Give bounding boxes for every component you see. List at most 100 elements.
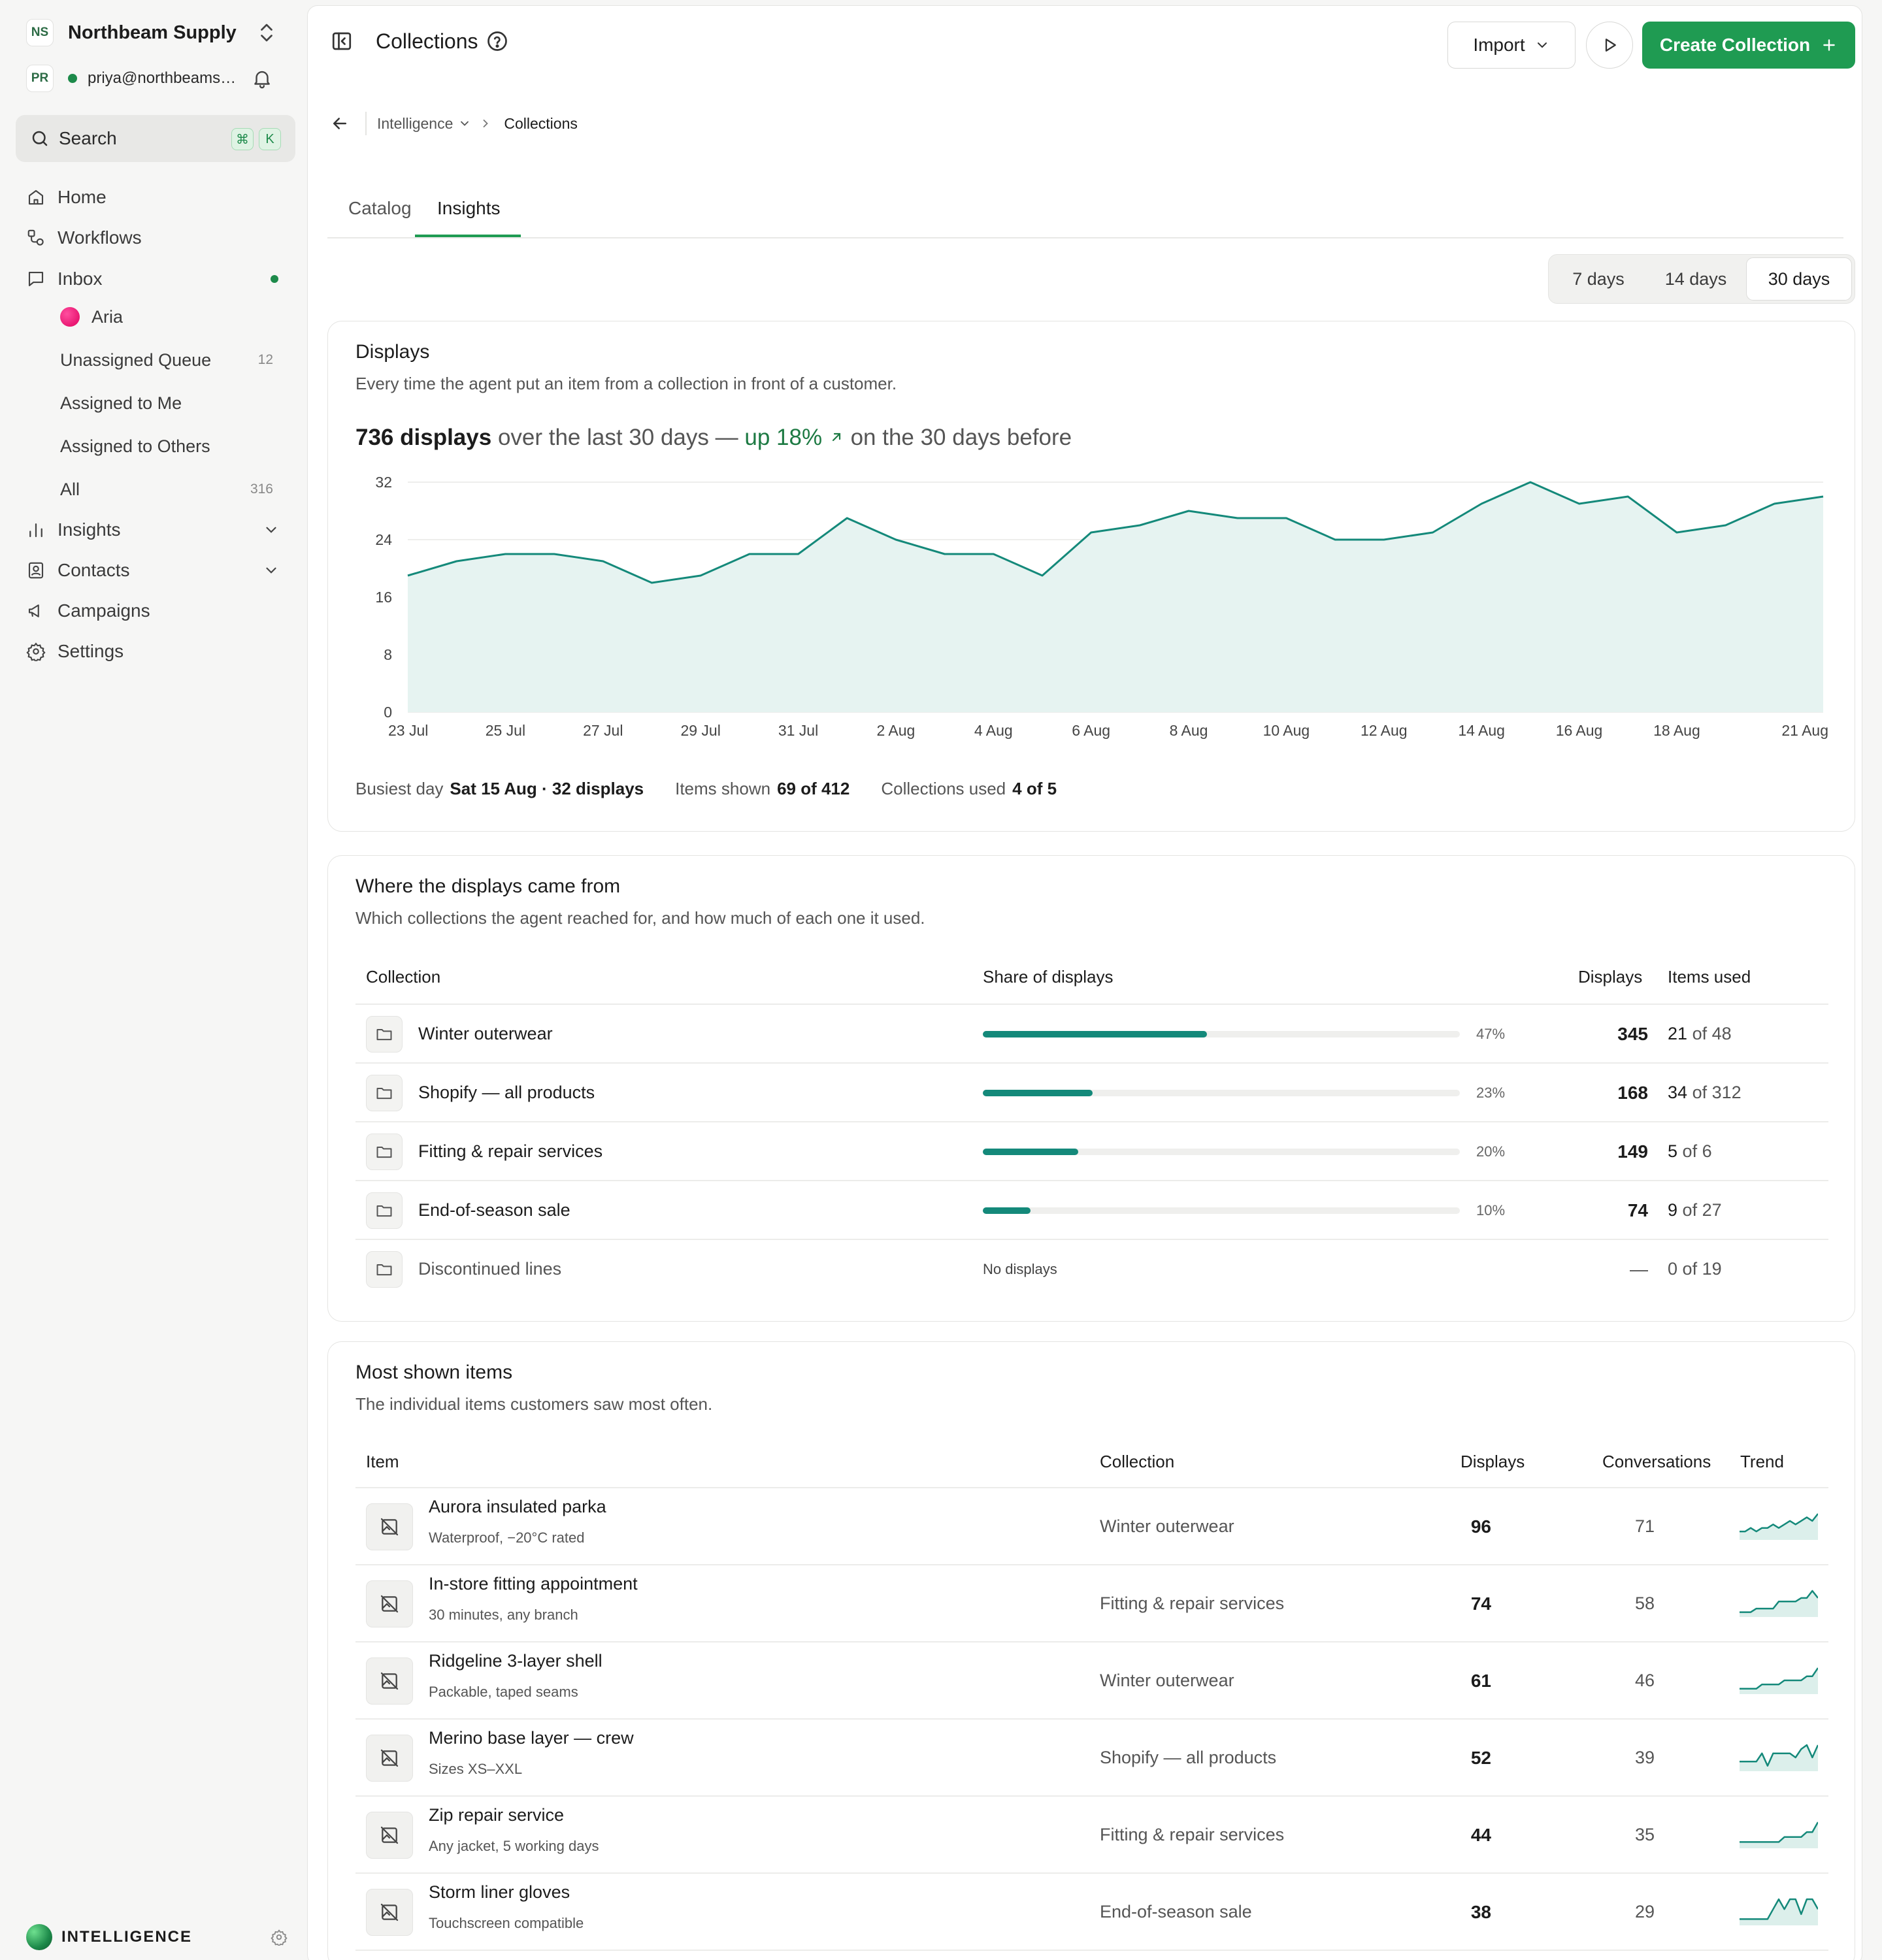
arrow-left-icon[interactable]	[330, 114, 350, 133]
share-bar	[983, 1090, 1460, 1096]
sources-card: Where the displays came from Which colle…	[327, 855, 1855, 1322]
collection-name: Fitting & repair services	[418, 1141, 603, 1161]
divider	[355, 1950, 1828, 1951]
play-button[interactable]	[1586, 22, 1633, 69]
item-name: Ridgeline 3-layer shell	[429, 1651, 603, 1671]
date-range-selector: 7 days 14 days 30 days	[1548, 254, 1855, 304]
range-7-days[interactable]: 7 days	[1551, 257, 1645, 301]
sidebar-item-inbox[interactable]: Inbox	[25, 263, 294, 295]
chevron-down-icon[interactable]	[263, 521, 280, 538]
create-collection-button[interactable]: Create Collection	[1642, 22, 1855, 69]
bell-icon[interactable]	[251, 67, 273, 90]
sidebar-item-assigned-to-others[interactable]: Assigned to Others	[60, 430, 295, 463]
sidebar-item-campaigns[interactable]: Campaigns	[25, 595, 294, 627]
col-header-trend: Trend	[1740, 1452, 1784, 1471]
image-off-icon	[366, 1812, 413, 1859]
brand-logo	[26, 1924, 52, 1950]
items-used-count: 34	[1668, 1083, 1688, 1102]
range-14-days[interactable]: 14 days	[1645, 257, 1746, 301]
chevrons-updown-icon[interactable]	[255, 21, 278, 44]
col-header-items-used: Items used	[1668, 967, 1751, 987]
active-tab-indicator	[415, 235, 521, 237]
count-badge: 12	[257, 352, 273, 367]
item-description: 30 minutes, any branch	[429, 1607, 578, 1623]
image-off-icon	[366, 1735, 413, 1782]
stat-items-shown: Items shown 69 of 412	[675, 779, 850, 799]
panel-toggle-icon[interactable]	[330, 29, 354, 53]
headline-mid: over the last 30 days —	[497, 425, 738, 450]
chevron-down-icon[interactable]	[458, 117, 471, 130]
image-off-icon	[366, 1658, 413, 1705]
gear-icon[interactable]	[271, 1929, 288, 1946]
collection-name: Winter outerwear	[418, 1024, 553, 1043]
y-tick-label: 8	[384, 646, 392, 663]
change-badge: up 18%	[744, 425, 844, 450]
sidebar-item-home[interactable]: Home	[25, 181, 294, 214]
displays-count: 61	[1470, 1671, 1491, 1691]
help-icon[interactable]	[486, 29, 509, 53]
sidebar-item-settings[interactable]: Settings	[25, 635, 294, 668]
divider	[355, 1239, 1828, 1240]
divider	[355, 1487, 1828, 1488]
sidebar-item-contacts[interactable]: Contacts	[25, 554, 294, 587]
items-used-total: of 48	[1692, 1024, 1732, 1043]
item-collection: Winter outerwear	[1100, 1671, 1234, 1690]
tab-bar: Catalog Insights	[327, 182, 1843, 238]
chevron-down-icon[interactable]	[263, 562, 280, 579]
sidebar-item-aria[interactable]: Aria	[60, 301, 295, 333]
sidebar-item-unassigned-queue[interactable]: Unassigned Queue 12	[60, 344, 295, 376]
share-percent: 23%	[1476, 1085, 1506, 1101]
item-description: Sizes XS–XXL	[429, 1761, 523, 1777]
displays-count: 74	[1470, 1593, 1491, 1614]
sidebar-item-workflows[interactable]: Workflows	[25, 221, 294, 254]
sidebar-item-label: Assigned to Others	[60, 436, 210, 456]
plus-icon	[1823, 39, 1835, 51]
search-button[interactable]: Search ⌘ K	[16, 115, 295, 162]
item-description: Any jacket, 5 working days	[429, 1838, 599, 1854]
items-used: 21 of 48	[1668, 1024, 1732, 1044]
breadcrumb-parent[interactable]: Intelligence	[377, 115, 453, 133]
item-collection: Winter outerwear	[1100, 1516, 1234, 1536]
col-header-conversations: Conversations	[1602, 1452, 1711, 1471]
col-header-collection: Collection	[366, 967, 441, 987]
workflow-icon	[25, 227, 47, 249]
unread-dot	[271, 275, 278, 283]
import-button[interactable]: Import	[1447, 22, 1576, 69]
divider	[355, 1564, 1828, 1565]
divider	[355, 1004, 1828, 1005]
folder-icon	[366, 1251, 403, 1288]
item-name: Merino base layer — crew	[429, 1728, 634, 1748]
y-tick-label: 32	[375, 474, 392, 491]
sidebar-item-assigned-to-me[interactable]: Assigned to Me	[60, 387, 295, 419]
item-description: Touchscreen compatible	[429, 1915, 584, 1931]
workspace-switcher[interactable]: NS Northbeam Supply	[26, 17, 288, 48]
gear-icon	[25, 640, 47, 662]
card-title: Displays	[355, 341, 430, 363]
trend-sparkline	[1740, 1744, 1818, 1771]
y-tick-label: 16	[375, 589, 392, 606]
sidebar-item-all[interactable]: All 316	[60, 473, 295, 506]
conversations-count: 71	[1634, 1516, 1655, 1536]
image-off-icon	[366, 1503, 413, 1550]
megaphone-icon	[25, 600, 47, 622]
brand-name: INTELLIGENCE	[61, 1928, 193, 1946]
sparkline-area	[1740, 1591, 1818, 1617]
collection-name: End-of-season sale	[418, 1200, 570, 1220]
image-off-icon	[366, 1580, 413, 1627]
user-row[interactable]: PR priya@northbeamsu...	[26, 63, 288, 93]
trend-sparkline	[1740, 1667, 1818, 1694]
tab-catalog[interactable]: Catalog	[348, 198, 412, 219]
col-header-displays: Displays	[1578, 967, 1643, 987]
share-bar	[983, 1207, 1460, 1214]
displays-card: Displays Every time the agent put an ite…	[327, 321, 1855, 832]
card-title: Most shown items	[355, 1362, 513, 1383]
x-tick-label: 27 Jul	[583, 722, 623, 739]
x-tick-label: 6 Aug	[1072, 722, 1110, 739]
x-tick-label: 4 Aug	[974, 722, 1013, 739]
sparkline-area	[1740, 1822, 1818, 1848]
tab-insights[interactable]: Insights	[437, 198, 501, 219]
trend-sparkline	[1740, 1513, 1818, 1540]
sidebar-item-insights[interactable]: Insights	[25, 514, 294, 546]
range-30-days[interactable]: 30 days	[1746, 257, 1852, 301]
displays-count: 96	[1470, 1516, 1491, 1537]
